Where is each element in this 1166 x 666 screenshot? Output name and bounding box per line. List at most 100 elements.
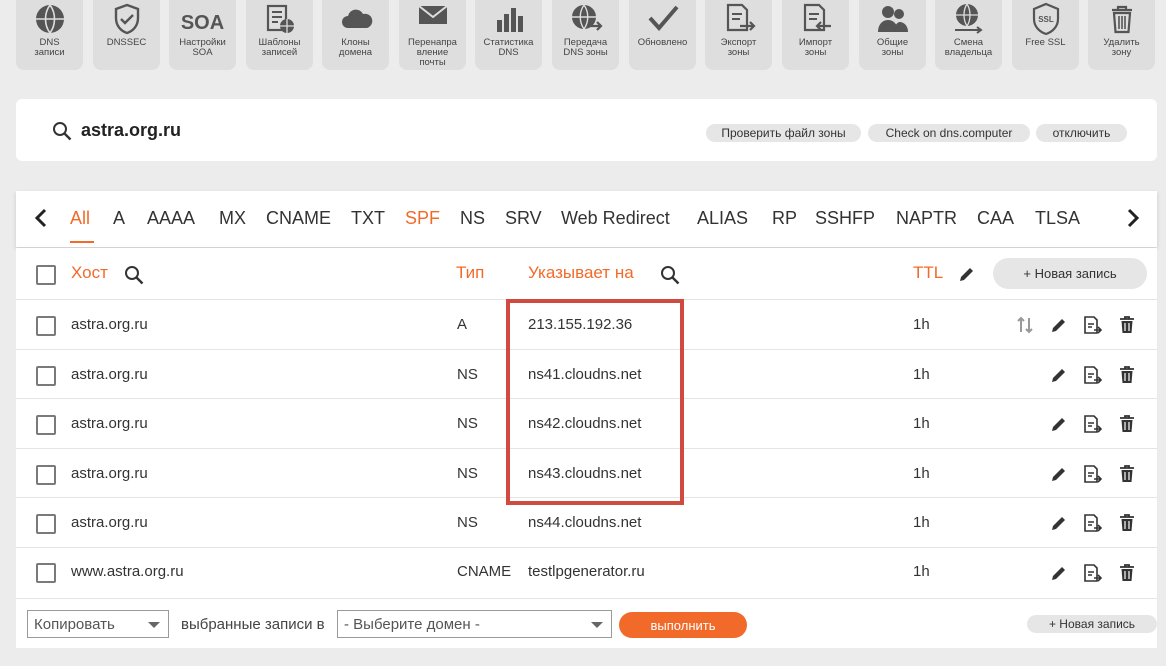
new-record-button-bottom[interactable]: + Новая запись xyxy=(1027,615,1157,633)
row-checkbox[interactable] xyxy=(36,562,56,583)
row-value: ns42.cloudns.net xyxy=(528,415,642,432)
header-host[interactable]: Хост xyxy=(71,263,108,283)
edit-icon[interactable] xyxy=(1049,513,1069,533)
delete-icon[interactable] xyxy=(1117,563,1137,583)
tool-label: Экспорт зоны xyxy=(720,37,757,58)
shield-icon xyxy=(114,3,139,35)
tab-spf[interactable]: SPF xyxy=(405,208,440,229)
new-record-button[interactable]: + Новая запись xyxy=(993,258,1147,289)
row-checkbox[interactable] xyxy=(36,415,56,435)
select-all-checkbox[interactable] xyxy=(36,265,56,285)
tab-a[interactable]: A xyxy=(113,208,125,229)
tool-label: Статистика DNS xyxy=(483,37,534,58)
search-icon[interactable] xyxy=(124,265,144,285)
tool-delete-zone[interactable]: Удалить зону xyxy=(1088,0,1155,70)
tool-owner-change[interactable]: Смена владельца xyxy=(935,0,1002,70)
tab-alias[interactable]: ALIAS xyxy=(697,208,748,229)
owner-change-icon xyxy=(954,3,983,34)
tab-txt[interactable]: TXT xyxy=(351,208,385,229)
tool-soa-settings[interactable]: SOA Настройки SOA xyxy=(169,0,236,70)
tab-caa[interactable]: CAA xyxy=(977,208,1014,229)
delete-icon[interactable] xyxy=(1117,513,1137,533)
row-checkbox[interactable] xyxy=(36,365,56,386)
row-ttl: 1h xyxy=(913,415,930,432)
clone-record-icon[interactable] xyxy=(1082,563,1102,583)
table-row: astra.org.ru NS ns42.cloudns.net 1h xyxy=(16,399,1157,449)
bulk-action-bar: Копировать выбранные записи в - Выберите… xyxy=(16,598,1157,648)
row-host: astra.org.ru xyxy=(71,316,148,333)
row-type: NS xyxy=(457,365,478,383)
search-icon[interactable] xyxy=(52,121,72,141)
row-value: 213.155.192.36 xyxy=(528,316,633,333)
check-zone-file-button[interactable]: Проверить файл зоны xyxy=(706,124,861,142)
table-row: astra.org.ru NS ns44.cloudns.net 1h xyxy=(16,498,1157,548)
header-ttl[interactable]: TTL xyxy=(913,263,943,283)
clone-record-icon[interactable] xyxy=(1082,315,1102,335)
table-header: Хост Тип Указывает на TTL + Новая запись xyxy=(16,248,1157,300)
tool-dns-records[interactable]: DNS записи xyxy=(16,0,83,70)
tab-tlsa[interactable]: TLSA xyxy=(1035,208,1080,229)
tool-dnssec[interactable]: DNSSEC xyxy=(93,0,160,70)
tab-cname[interactable]: CNAME xyxy=(266,208,331,229)
ssl-icon: SSL xyxy=(1032,2,1059,36)
clone-record-icon[interactable] xyxy=(1082,464,1102,484)
tool-domain-clones[interactable]: Клоны домена xyxy=(322,0,389,70)
tool-shared-zones[interactable]: Общие зоны xyxy=(859,0,926,70)
tab-aaaa[interactable]: AAAA xyxy=(147,208,195,229)
tab-rp[interactable]: RP xyxy=(772,208,797,229)
domain-select[interactable]: - Выберите домен - xyxy=(337,610,612,638)
tab-ns[interactable]: NS xyxy=(460,208,485,229)
row-type: CNAME xyxy=(457,562,512,580)
tool-updated[interactable]: Обновлено xyxy=(629,0,696,70)
search-icon[interactable] xyxy=(660,265,680,285)
tab-srv[interactable]: SRV xyxy=(505,208,542,229)
disable-button[interactable]: отключить xyxy=(1036,124,1127,142)
tab-sshfp[interactable]: SSHFP xyxy=(815,208,875,229)
clone-record-icon[interactable] xyxy=(1082,365,1102,385)
edit-icon[interactable] xyxy=(1049,464,1069,484)
action-select[interactable]: Копировать xyxy=(27,610,169,638)
tool-mail-forwarding[interactable]: Перенапра вление почты xyxy=(399,0,466,70)
tool-free-ssl[interactable]: SSL Free SSL xyxy=(1012,0,1079,70)
transfer-icon xyxy=(571,4,603,31)
row-value: ns44.cloudns.net xyxy=(528,514,642,531)
edit-icon[interactable] xyxy=(1049,563,1069,583)
check-icon xyxy=(648,5,679,32)
edit-icon[interactable] xyxy=(1049,414,1069,434)
tool-dns-stats[interactable]: Статистика DNS xyxy=(475,0,542,70)
header-points-to[interactable]: Указывает на xyxy=(528,263,634,283)
delete-icon[interactable] xyxy=(1117,414,1137,434)
delete-icon[interactable] xyxy=(1117,315,1137,335)
pencil-icon[interactable] xyxy=(958,265,976,283)
row-checkbox[interactable] xyxy=(36,514,56,534)
tool-zone-import[interactable]: Импорт зоны xyxy=(782,0,849,70)
row-value: testlpgenerator.ru xyxy=(528,562,645,580)
delete-icon[interactable] xyxy=(1117,464,1137,484)
table-row: astra.org.ru NS ns43.cloudns.net 1h xyxy=(16,449,1157,498)
edit-icon[interactable] xyxy=(1049,365,1069,385)
table-row: astra.org.ru NS ns41.cloudns.net 1h xyxy=(16,350,1157,399)
chevron-right-icon[interactable] xyxy=(1123,207,1143,229)
tool-zone-export[interactable]: Экспорт зоны xyxy=(705,0,772,70)
tool-record-templates[interactable]: Шаблоны записей xyxy=(246,0,313,70)
tool-label: Free SSL xyxy=(1025,37,1066,48)
tool-zone-transfer[interactable]: Передача DNS зоны xyxy=(552,0,619,70)
delete-icon[interactable] xyxy=(1117,365,1137,385)
run-button[interactable]: выполнить xyxy=(619,612,747,638)
check-dns-computer-button[interactable]: Check on dns.computer xyxy=(868,124,1030,142)
tab-web-redirect[interactable]: Web Redirect xyxy=(561,208,670,229)
edit-icon[interactable] xyxy=(1049,315,1069,335)
records-table: Хост Тип Указывает на TTL + Новая запись… xyxy=(16,248,1157,598)
row-checkbox[interactable] xyxy=(36,464,56,485)
zone-name: astra.org.ru xyxy=(81,120,182,140)
tab-naptr[interactable]: NAPTR xyxy=(896,208,957,229)
table-row: www.astra.org.ru CNAME testlpgenerator.r… xyxy=(16,548,1157,598)
chevron-left-icon[interactable] xyxy=(31,207,51,229)
row-checkbox[interactable] xyxy=(36,316,56,336)
sort-arrows-icon[interactable] xyxy=(1015,315,1035,335)
tab-mx[interactable]: MX xyxy=(219,208,246,229)
clone-record-icon[interactable] xyxy=(1082,414,1102,434)
header-type[interactable]: Тип xyxy=(456,263,484,283)
clone-record-icon[interactable] xyxy=(1082,513,1102,533)
tab-all[interactable]: All xyxy=(70,208,90,229)
